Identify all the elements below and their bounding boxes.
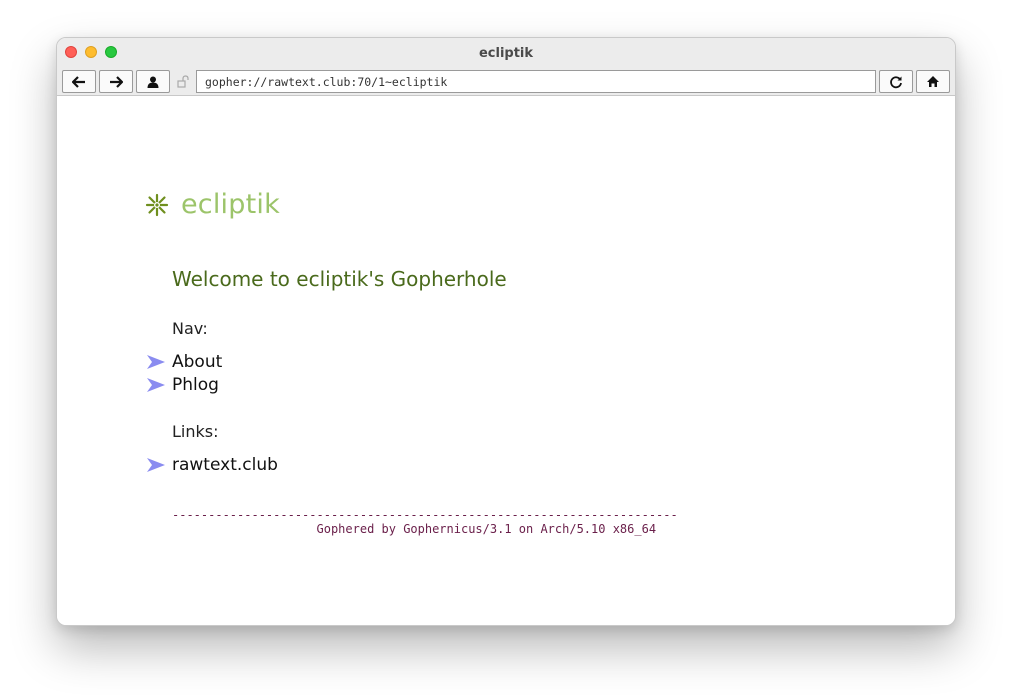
toolbar: [57, 68, 955, 96]
arrow-left-icon: [72, 75, 85, 88]
footer: ----------------------------------------…: [172, 508, 678, 536]
links-label: Links:: [172, 422, 219, 441]
zoom-button[interactable]: [105, 46, 117, 58]
site-brand: ecliptik: [145, 189, 280, 220]
back-button[interactable]: [62, 70, 96, 93]
nav-link-phlog[interactable]: Phlog: [172, 375, 219, 395]
reload-icon: [890, 75, 902, 88]
security-indicator[interactable]: [173, 70, 193, 93]
person-icon: [147, 76, 159, 88]
arrow-bullet-icon: [147, 378, 165, 392]
page-heading: Welcome to ecliptik's Gopherhole: [172, 267, 507, 291]
footer-rule: ----------------------------------------…: [172, 508, 678, 522]
minimize-button[interactable]: [85, 46, 97, 58]
forward-button[interactable]: [99, 70, 133, 93]
window-controls: [65, 46, 117, 58]
home-button[interactable]: [916, 70, 950, 93]
nav-label: Nav:: [172, 319, 208, 338]
arrow-bullet-icon: [147, 458, 165, 472]
arrow-right-icon: [110, 75, 123, 88]
reload-button[interactable]: [879, 70, 913, 93]
unlock-icon: [177, 75, 189, 88]
window-title: ecliptik: [478, 45, 534, 61]
browser-window: ecliptik gopher://rawtext.club:70/1~ecli…: [56, 37, 956, 626]
nav-link-about[interactable]: About: [172, 352, 222, 372]
nav-item-about[interactable]: About: [147, 352, 222, 372]
url-input[interactable]: [196, 70, 876, 93]
link-rawtext-club[interactable]: rawtext.club: [172, 455, 278, 475]
page-content: ecliptik Welcome to ecliptik's Gopherhol…: [57, 96, 955, 625]
footer-text: Gophered by Gophernicus/3.1 on Arch/5.10…: [172, 522, 657, 536]
title-bar: ecliptik: [57, 38, 955, 68]
home-icon: [927, 76, 939, 87]
nav-item-phlog[interactable]: Phlog: [147, 375, 219, 395]
identity-button[interactable]: [136, 70, 170, 93]
link-item-rawtext[interactable]: rawtext.club: [147, 455, 278, 475]
asterisk-logo-icon: [145, 193, 169, 216]
site-title: ecliptik: [181, 189, 280, 220]
arrow-bullet-icon: [147, 355, 165, 369]
close-button[interactable]: [65, 46, 77, 58]
